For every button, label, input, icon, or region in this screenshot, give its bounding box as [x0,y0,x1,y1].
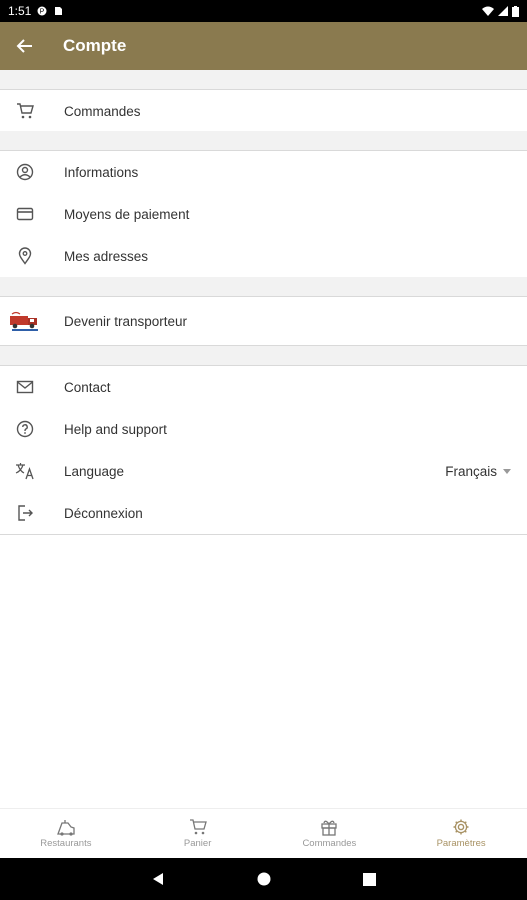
status-bar: 1:51 P [0,0,527,22]
language-select[interactable]: Français [445,464,511,479]
payment-methods-label: Moyens de paiement [64,206,190,222]
nav-orders[interactable]: Commandes [264,809,396,858]
section-gap [0,70,527,89]
account-section: Informations Moyens de paiement Mes adre… [0,150,527,278]
gift-icon [321,820,338,836]
section-gap [0,346,527,366]
app-notification-icon: P [37,6,47,16]
recents-square-icon[interactable] [363,872,376,886]
orders-row[interactable]: Commandes [0,90,527,132]
nav-settings-label: Paramètres [436,838,486,849]
nav-orders-label: Commandes [302,838,357,849]
nav-settings[interactable]: Paramètres [395,809,527,858]
cart-icon [17,103,34,119]
system-navigation-bar [0,858,527,900]
language-value: Français [445,463,497,479]
orders-label: Commandes [64,103,141,119]
partner-section: Devenir transporteur [0,296,527,346]
become-carrier-label: Devenir transporteur [64,313,188,329]
translate-icon [15,463,34,480]
nav-cart-label: Panier [183,838,212,849]
language-row[interactable]: Language Français [0,450,527,492]
app-bar: Compte [0,22,527,70]
section-gap [0,131,527,151]
nav-cart[interactable]: Panier [132,809,264,858]
help-circle-icon [16,420,34,438]
location-pin-icon [18,247,32,265]
signal-icon [498,6,508,16]
wifi-icon [482,6,494,16]
gear-icon [453,819,469,835]
addresses-row[interactable]: Mes adresses [0,235,527,277]
status-time: 1:51 [8,4,32,18]
logout-label: Déconnexion [64,505,143,521]
nav-restaurants-label: Restaurants [40,838,92,849]
bottom-navigation: Restaurants Panier Commandes Paramètres [0,808,527,858]
informations-label: Informations [64,164,139,180]
back-button[interactable] [0,22,50,70]
orders-section: Commandes [0,89,527,133]
section-gap [0,277,527,297]
addresses-label: Mes adresses [64,248,149,264]
account-circle-icon [16,163,34,181]
contact-row[interactable]: Contact [0,366,527,408]
help-support-label: Help and support [64,421,167,437]
contact-label: Contact [64,379,111,395]
informations-row[interactable]: Informations [0,151,527,193]
sd-card-icon [55,7,63,15]
home-circle-icon[interactable] [257,872,271,886]
logout-row[interactable]: Déconnexion [0,492,527,534]
support-section: Contact Help and support Language França… [0,365,527,535]
account-content: Commandes Informations Moyens de paiemen… [0,70,527,808]
help-support-row[interactable]: Help and support [0,408,527,450]
battery-icon [512,5,519,17]
delivery-truck-logo-icon [10,311,38,331]
become-carrier-row[interactable]: Devenir transporteur [0,297,527,345]
payment-methods-row[interactable]: Moyens de paiement [0,193,527,235]
credit-card-icon [16,207,34,221]
back-triangle-icon[interactable] [151,872,165,886]
restaurant-icon [56,820,75,836]
nav-restaurants[interactable]: Restaurants [0,809,132,858]
mail-icon [16,380,34,394]
cart-icon [189,819,207,835]
page-title: Compte [63,36,127,55]
svg-text:P: P [40,9,45,16]
arrow-back-icon [16,39,32,53]
logout-icon [18,505,33,521]
language-label: Language [64,463,125,479]
dropdown-arrow-icon [503,468,511,474]
